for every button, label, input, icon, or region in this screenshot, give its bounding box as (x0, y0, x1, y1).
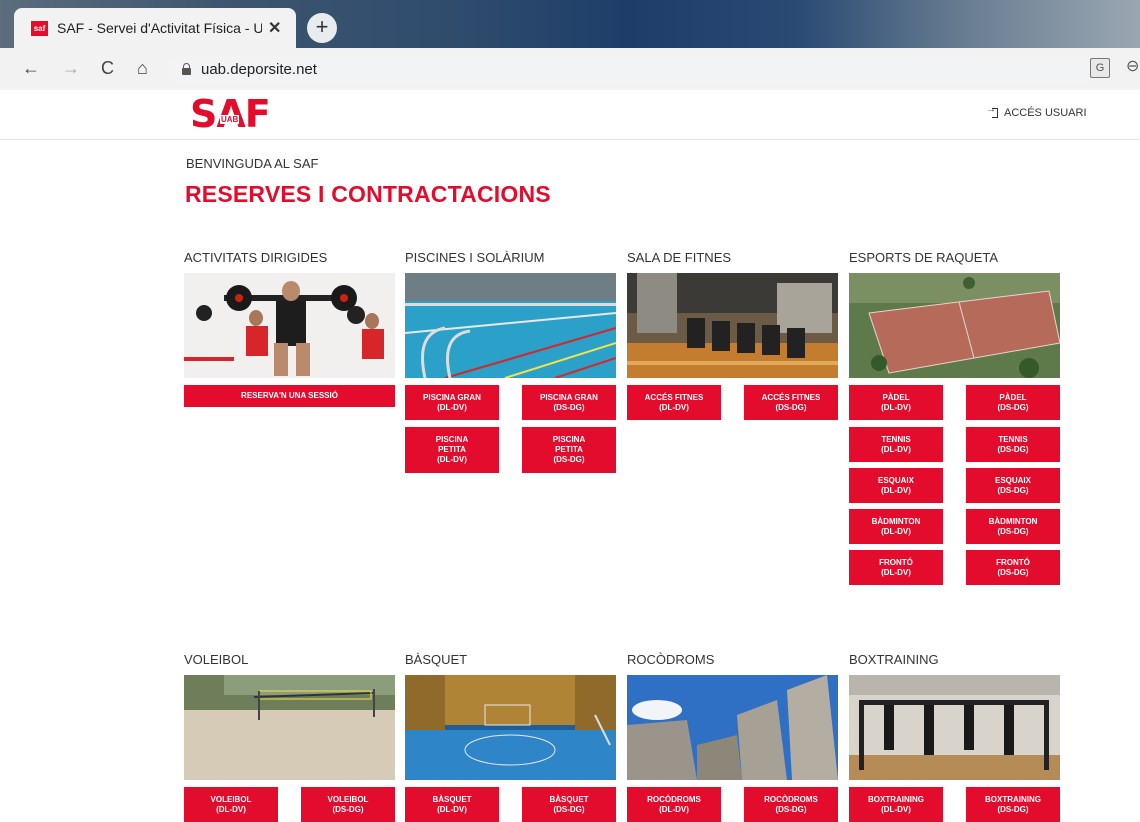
badminton-ds-dg-button[interactable]: BÀDMINTON (DS-DG) (966, 509, 1060, 544)
welcome-text: BENVINGUDA AL SAF (186, 156, 319, 171)
section-title: BOXTRAINING (849, 652, 939, 667)
new-tab-button[interactable]: + (307, 13, 337, 43)
padel-dl-dv-button[interactable]: PÀDEL (DL-DV) (849, 385, 943, 420)
section-image[interactable] (627, 675, 838, 780)
section-boxtraining: BOXTRAINING BOXTRAINING (DL-DV) BOXTRAIN… (849, 652, 1061, 822)
section-image[interactable] (184, 273, 395, 378)
section-image[interactable] (627, 273, 838, 378)
esquaix-ds-dg-button[interactable]: ESQUAIX (DS-DG) (966, 468, 1060, 503)
section-voleibol: VOLEIBOL VOLEIBOL (DL-DV) VOLEIBOL (DS-D… (184, 652, 396, 822)
translate-icon[interactable]: G (1090, 58, 1110, 78)
acces-fitnes-dl-dv-button[interactable]: ACCÉS FITNES (DL-DV) (627, 385, 721, 420)
section-activitats-dirigides: ACTIVITATS DIRIGIDES RESERVA'N UNA SESSI… (184, 250, 396, 407)
section-basquet: BÀSQUET BÀSQUET (DL-DV) BÀSQUET (DS-DG) (405, 652, 617, 822)
section-title: ESPORTS DE RAQUETA (849, 250, 999, 265)
profile-icon[interactable]: ⊖ (1126, 56, 1139, 76)
section-title: ACTIVITATS DIRIGIDES (184, 250, 328, 265)
forward-icon[interactable]: → (62, 58, 80, 78)
esquaix-dl-dv-button[interactable]: ESQUAIX (DL-DV) (849, 468, 943, 503)
tennis-dl-dv-button[interactable]: TENNIS (DL-DV) (849, 427, 943, 462)
section-image[interactable] (849, 675, 1060, 780)
login-label: ACCÉS USUARI (1004, 107, 1087, 119)
section-title: PISCINES I SOLÀRIUM (405, 250, 545, 265)
basquet-dl-dv-button[interactable]: BÀSQUET (DL-DV) (405, 787, 499, 822)
reload-icon[interactable]: C (101, 58, 114, 78)
section-title: SALA DE FITNES (627, 250, 732, 265)
piscina-gran-ds-dg-button[interactable]: PISCINA GRAN (DS-DG) (522, 385, 616, 420)
url-text: uab.deporsite.net (201, 60, 317, 78)
section-image[interactable] (849, 273, 1060, 378)
logo-text: SAF (190, 92, 271, 136)
fronto-dl-dv-button[interactable]: FRONTÓ (DL-DV) (849, 550, 943, 585)
section-sala-fitnes: SALA DE FITNES ACCÉS FITNES (DL-DV) ACCÉ… (627, 250, 839, 420)
lock-icon (182, 63, 191, 75)
tab-title: SAF - Servei d'Activitat Física - Ur (57, 20, 262, 36)
acces-fitnes-ds-dg-button[interactable]: ACCÉS FITNES (DS-DG) (744, 385, 838, 420)
badminton-dl-dv-button[interactable]: BÀDMINTON (DL-DV) (849, 509, 943, 544)
voleibol-ds-dg-button[interactable]: VOLEIBOL (DS-DG) (301, 787, 395, 822)
address-bar[interactable]: uab.deporsite.net (166, 55, 1096, 83)
basquet-ds-dg-button[interactable]: BÀSQUET (DS-DG) (522, 787, 616, 822)
padel-ds-dg-button[interactable]: PÀDEL (DS-DG) (966, 385, 1060, 420)
favicon-icon: saf (31, 20, 48, 36)
section-image[interactable] (184, 675, 395, 780)
user-login-link[interactable]: ACCÉS USUARI (986, 104, 1087, 119)
saf-logo[interactable]: SAF UAB (190, 92, 271, 136)
page-title: RESERVES I CONTRACTACIONS (185, 181, 551, 207)
fronto-ds-dg-button[interactable]: FRONTÓ (DS-DG) (966, 550, 1060, 585)
section-esports-raqueta: ESPORTS DE RAQUETA PÀDEL (DL-DV) PÀDEL (… (849, 250, 1061, 585)
section-title: VOLEIBOL (184, 652, 249, 667)
boxtraining-dl-dv-button[interactable]: BOXTRAINING (DL-DV) (849, 787, 943, 822)
section-piscines: PISCINES I SOLÀRIUM PISCINA GRAN (DL-DV)… (405, 250, 617, 473)
piscina-gran-dl-dv-button[interactable]: PISCINA GRAN (DL-DV) (405, 385, 499, 420)
section-title: BÀSQUET (405, 652, 468, 667)
voleibol-dl-dv-button[interactable]: VOLEIBOL (DL-DV) (184, 787, 278, 822)
site-header: SAF UAB ACCÉS USUARI (0, 91, 1140, 140)
section-rocodroms: ROCÒDROMS ROCÒDROMS (DL-DV) ROCÒDROMS (D… (627, 652, 839, 822)
login-icon (986, 104, 998, 118)
section-title: ROCÒDROMS (627, 652, 715, 667)
piscina-petita-dl-dv-button[interactable]: PISCINA PETITA (DL-DV) (405, 427, 499, 473)
boxtraining-ds-dg-button[interactable]: BOXTRAINING (DS-DG) (966, 787, 1060, 822)
piscina-petita-ds-dg-button[interactable]: PISCINA PETITA (DS-DG) (522, 427, 616, 473)
rocodroms-dl-dv-button[interactable]: ROCÒDROMS (DL-DV) (627, 787, 721, 822)
reserve-session-button[interactable]: RESERVA'N UNA SESSIÓ (184, 385, 395, 407)
close-tab-icon[interactable]: ✕ (268, 18, 281, 38)
home-icon[interactable]: ⌂ (137, 58, 148, 78)
browser-tab[interactable]: saf SAF - Servei d'Activitat Física - Ur… (14, 8, 296, 48)
section-image[interactable] (405, 273, 616, 378)
tennis-ds-dg-button[interactable]: TENNIS (DS-DG) (966, 427, 1060, 462)
section-image[interactable] (405, 675, 616, 780)
logo-subtext: UAB (220, 115, 240, 124)
back-icon[interactable]: ← (22, 58, 40, 78)
rocodroms-ds-dg-button[interactable]: ROCÒDROMS (DS-DG) (744, 787, 838, 822)
browser-toolbar: ← → C ⌂ uab.deporsite.net G ⊖ (0, 48, 1140, 90)
